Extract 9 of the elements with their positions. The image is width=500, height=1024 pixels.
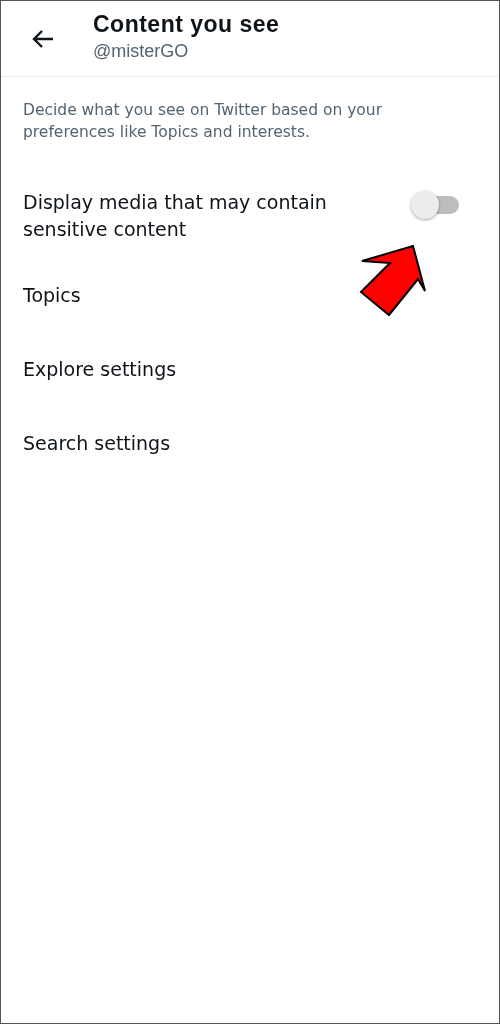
arrow-icon xyxy=(359,243,429,319)
settings-link[interactable]: Topics xyxy=(1,257,499,332)
page-title: Content you see xyxy=(93,12,280,38)
back-arrow-icon[interactable] xyxy=(31,29,55,49)
settings-link[interactable]: Search settings xyxy=(1,405,499,480)
setting-label: Display media that may contain sensitive content xyxy=(23,190,328,242)
account-handle: @misterGO xyxy=(93,39,190,63)
settings-link[interactable]: Explore settings xyxy=(1,331,499,406)
description-text: Decide what you see on Twitter based on your preferences like Topics and interests. xyxy=(22,100,383,144)
